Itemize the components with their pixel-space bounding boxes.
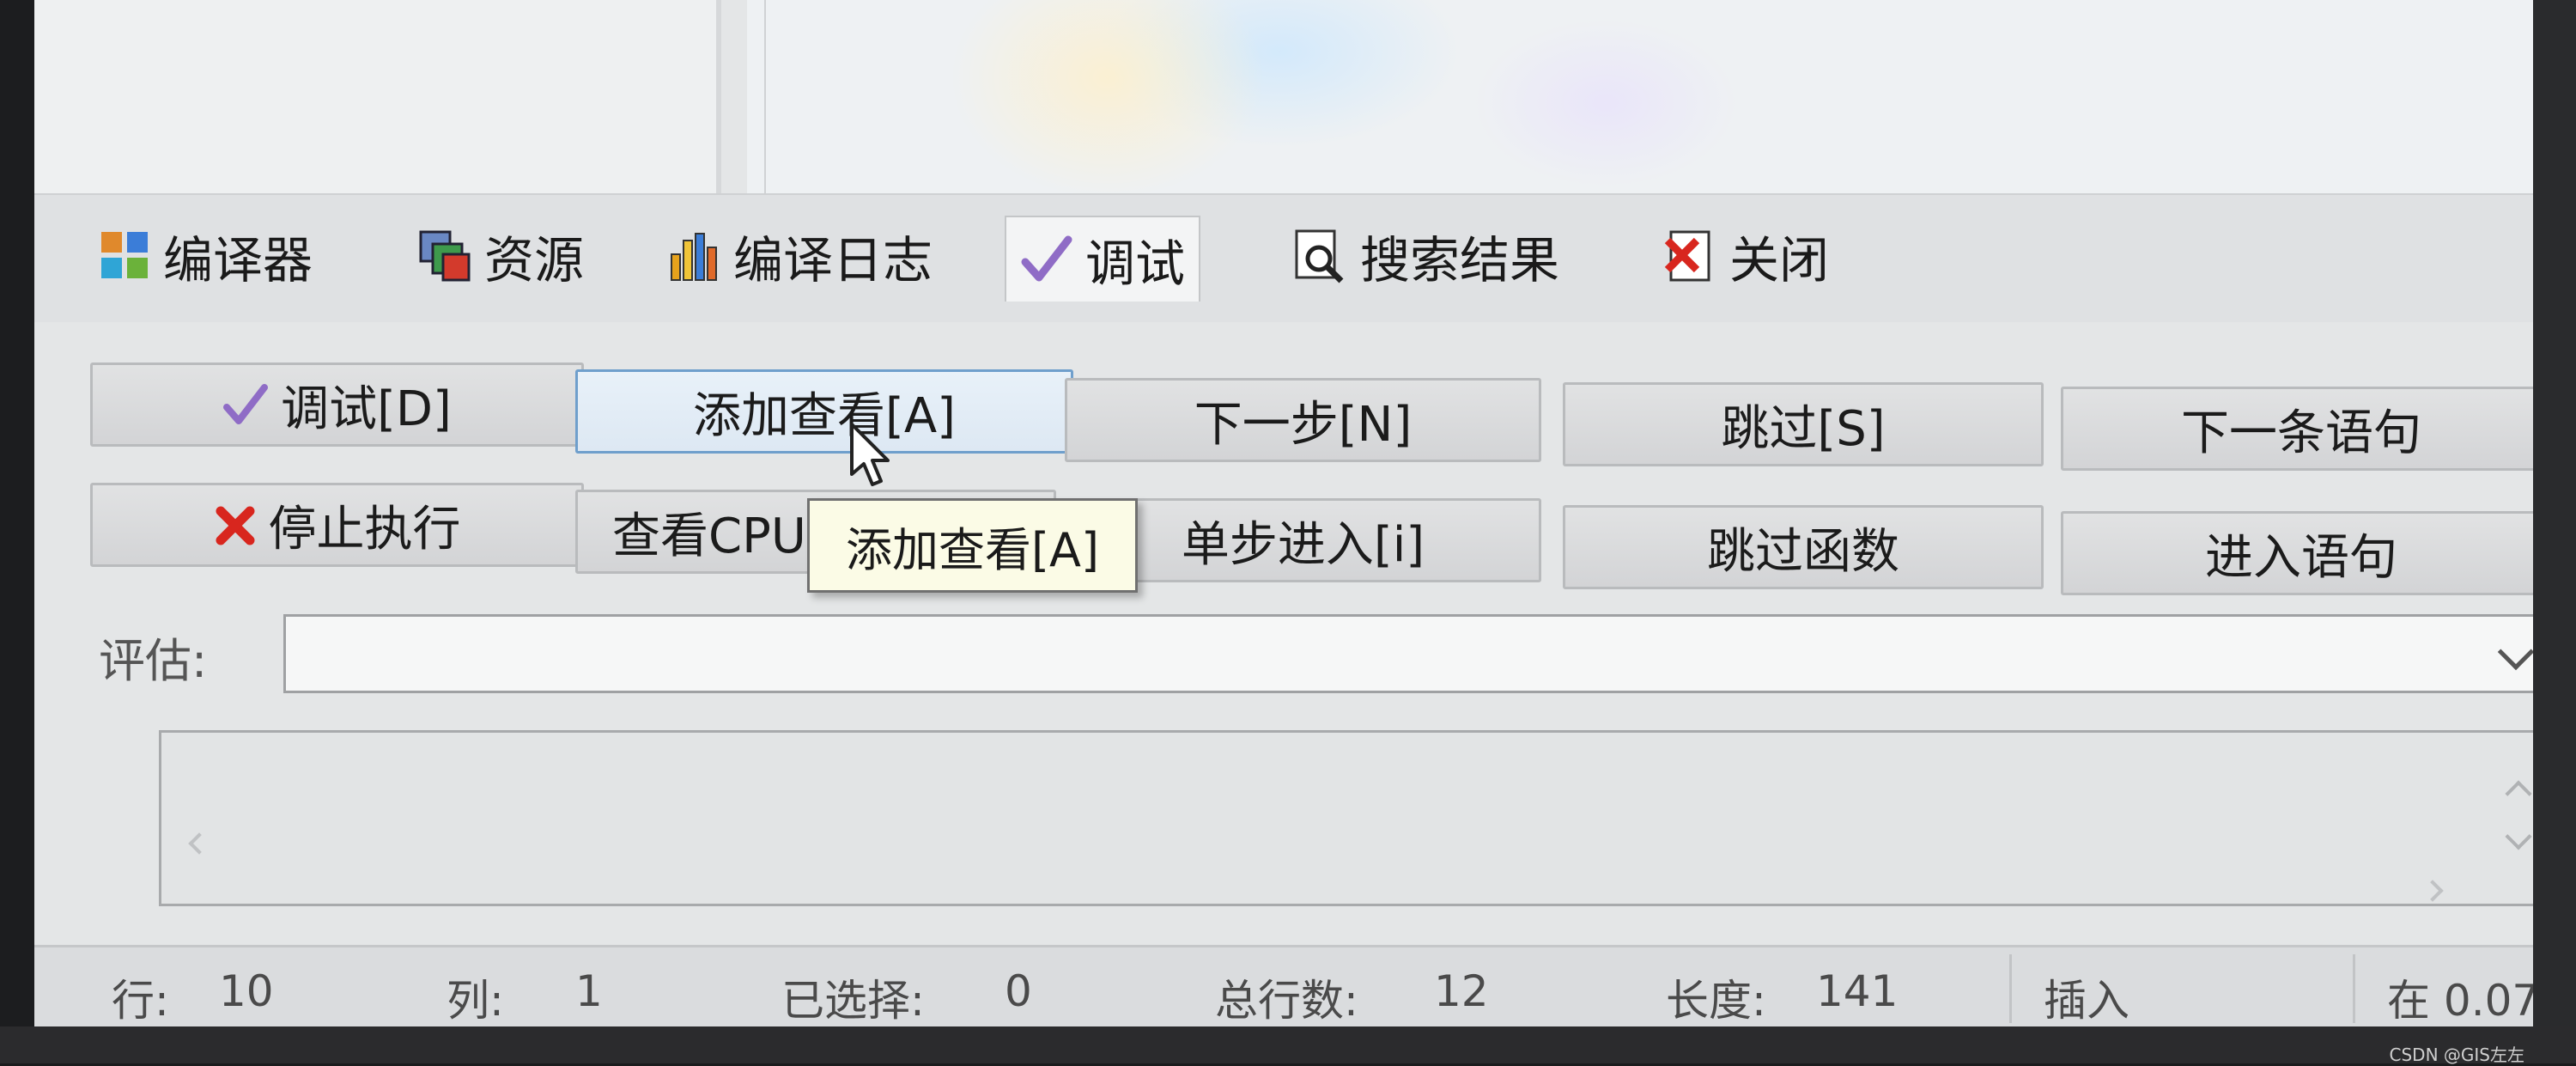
column-value: 1 <box>575 966 603 1016</box>
bottom-tab-strip: 编译器 资源 编译日志 调试 搜索结果 关闭 <box>34 193 2576 322</box>
project-pane[interactable] <box>34 0 721 193</box>
monitor-bezel <box>0 1026 2576 1063</box>
status-bar: 行: 10 列: 1 已选择: 0 总行数: 12 长度: 141 插入 在 0… <box>34 945 2576 1026</box>
selected-label: 已选择: <box>781 976 925 1026</box>
stop-execution-button[interactable]: 停止执行 <box>90 483 584 567</box>
length-value: 141 <box>1816 966 1899 1016</box>
tab-debug[interactable]: 调试 <box>1005 216 1201 302</box>
skip-button[interactable]: 跳过[S] <box>1563 382 2044 466</box>
insert-mode: 插入 <box>2044 976 2129 1026</box>
debug-button[interactable]: 调试[D] <box>90 362 584 447</box>
selected-value: 0 <box>1005 966 1032 1016</box>
total-lines-value: 12 <box>1434 966 1489 1016</box>
scroll-up-icon[interactable] <box>2505 780 2532 807</box>
tab-compile-log[interactable]: 编译日志 <box>653 219 946 293</box>
length-label: 长度: <box>1666 976 1766 1026</box>
checkmark-icon <box>1020 233 1073 286</box>
line-label: 行: <box>112 976 169 1026</box>
tab-label: 调试 <box>1085 235 1186 293</box>
evaluate-input[interactable] <box>283 614 2550 693</box>
tab-label: 关闭 <box>1729 231 1830 289</box>
evaluate-output[interactable] <box>159 730 2546 906</box>
mouse-cursor-icon <box>850 423 890 486</box>
grid-icon <box>100 230 151 282</box>
stop-icon <box>214 503 257 546</box>
tab-label: 编译器 <box>163 231 313 289</box>
button-label: 跳过[S] <box>1721 400 1886 457</box>
status-divider <box>2009 954 2012 1023</box>
button-label: 停止执行 <box>268 501 461 557</box>
photo-frame: 编译器 资源 编译日志 调试 搜索结果 关闭 调试[D] 添加查看[A] 下一步… <box>0 0 2576 1065</box>
total-lines-label: 总行数: <box>1215 976 1358 1026</box>
skip-function-button[interactable]: 跳过函数 <box>1563 505 2044 589</box>
next-step-button[interactable]: 下一步[N] <box>1065 378 1541 462</box>
tab-compiler[interactable]: 编译器 <box>86 219 326 293</box>
tooltip-text: 添加查看[A] <box>845 522 1100 577</box>
line-value: 10 <box>219 966 274 1016</box>
tooltip: 添加查看[A] <box>807 498 1138 593</box>
button-label: 添加查看[A] <box>692 387 956 444</box>
tab-close[interactable]: 关闭 <box>1649 219 1843 293</box>
scroll-right-icon[interactable] <box>2421 880 2444 902</box>
vertical-scrollbar[interactable] <box>2500 776 2535 862</box>
tab-resources[interactable]: 资源 <box>404 219 598 293</box>
evaluate-label: 评估: <box>99 634 208 688</box>
next-statement-button[interactable]: 下一条语句 <box>2061 387 2542 471</box>
close-window-icon <box>1662 228 1717 283</box>
tab-label: 搜索结果 <box>1360 231 1560 289</box>
add-watch-button[interactable]: 添加查看[A] <box>575 369 1073 454</box>
tab-label: 编译日志 <box>733 231 933 289</box>
button-label: 单步进入[i] <box>1181 516 1425 573</box>
scroll-left-icon[interactable] <box>188 832 210 855</box>
tab-label: 资源 <box>484 231 585 289</box>
button-label: 进入语句 <box>2205 529 2397 586</box>
tab-search-results[interactable]: 搜索结果 <box>1279 219 1573 293</box>
watermark: CSDN @GIS左左 <box>2389 1045 2524 1065</box>
into-statement-button[interactable]: 进入语句 <box>2061 511 2542 595</box>
button-label: 下一条语句 <box>2181 405 2421 461</box>
editor-pane[interactable] <box>747 0 2576 193</box>
button-label: 调试[D] <box>281 381 452 437</box>
bar-chart-icon <box>666 228 721 283</box>
button-label: 查看CPU <box>612 508 806 564</box>
scroll-down-icon[interactable] <box>2505 823 2532 850</box>
monitor-bezel <box>2533 0 2576 1063</box>
search-results-icon <box>1293 228 1348 284</box>
resources-icon <box>417 228 472 283</box>
chevron-down-icon[interactable] <box>2497 633 2535 671</box>
checkmark-icon <box>222 381 269 428</box>
button-label: 下一步[N] <box>1194 396 1413 453</box>
column-label: 列: <box>447 976 504 1026</box>
status-divider <box>2353 954 2355 1023</box>
ide-window: 编译器 资源 编译日志 调试 搜索结果 关闭 调试[D] 添加查看[A] 下一步… <box>34 0 2576 1026</box>
button-label: 跳过函数 <box>1707 523 1899 580</box>
